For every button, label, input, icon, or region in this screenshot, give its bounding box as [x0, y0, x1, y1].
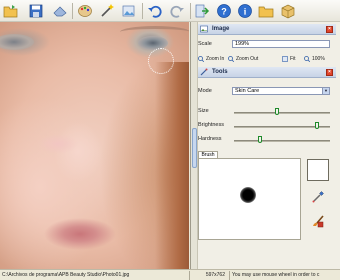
tools-section-title: Tools [212, 69, 228, 75]
brush-cursor [148, 48, 174, 74]
info-icon[interactable]: i [236, 2, 254, 20]
image-section-title: Image [212, 26, 230, 32]
panel-scrollbar[interactable] [191, 22, 198, 269]
undo-icon[interactable] [146, 2, 164, 20]
brightness-slider-thumb[interactable] [314, 122, 319, 129]
eraser-icon[interactable] [51, 2, 69, 20]
mode-select[interactable]: Skin Care ▼ [232, 87, 330, 95]
paint-brush-icon[interactable] [311, 214, 325, 228]
brush-shape [240, 187, 256, 203]
zoom-in-button[interactable]: Zoom In [198, 56, 225, 63]
package-icon[interactable] [279, 2, 297, 20]
svg-text:?: ? [221, 7, 227, 17]
mode-label: Mode [198, 88, 212, 94]
hardness-slider-track[interactable] [234, 140, 330, 142]
brush-color-swatch[interactable] [307, 159, 329, 181]
chevron-down-icon[interactable]: ▼ [322, 88, 329, 94]
folder-icon[interactable] [257, 2, 275, 20]
actual-size-icon [304, 56, 311, 63]
tools-section-header[interactable]: Tools × [198, 67, 336, 78]
photo-canvas[interactable] [0, 22, 189, 269]
fit-icon [282, 56, 288, 62]
zoom-out-label: Zoom Out [236, 56, 259, 62]
photo-eye-left [0, 34, 34, 50]
main-toolbar: ? i [0, 0, 340, 22]
save-icon[interactable] [27, 2, 45, 20]
fit-label: Fit [290, 56, 296, 62]
palette-icon[interactable] [76, 2, 94, 20]
zoom-out-button[interactable]: Zoom Out [228, 56, 259, 63]
eyedropper-icon[interactable] [311, 189, 325, 203]
brightness-label: Brightness [198, 122, 224, 128]
status-hint: You may use mouse wheel in order to c [232, 272, 320, 278]
hardness-slider-thumb[interactable] [257, 136, 262, 143]
image-section-icon [200, 25, 208, 33]
status-bar: C:\Archivos de programa\APB Beauty Studi… [0, 269, 340, 280]
toolbar-separator [190, 3, 191, 19]
scrollbar-thumb[interactable] [192, 128, 197, 168]
zoom-in-label: Zoom In [206, 56, 225, 62]
actual-size-button[interactable]: 100% [304, 56, 325, 63]
scale-field[interactable]: 199% [232, 40, 330, 48]
exit-icon[interactable] [193, 2, 211, 20]
tools-section-close-button[interactable]: × [326, 69, 333, 76]
help-icon[interactable]: ? [215, 2, 233, 20]
toolbar-separator [142, 3, 143, 19]
photo-hair [155, 62, 189, 269]
size-slider-track[interactable] [234, 112, 330, 114]
hardness-label: Hardness [198, 136, 222, 142]
brush-preview [198, 158, 301, 240]
tools-section-icon [200, 68, 208, 76]
toolbar-separator [72, 3, 73, 19]
size-label: Size [198, 108, 209, 114]
scale-label: Scale [198, 41, 212, 47]
mode-value: Skin Care [235, 88, 260, 94]
status-image-size: 597x762 [205, 272, 225, 278]
image-section-close-button[interactable]: × [326, 26, 333, 33]
zoom-in-icon [198, 56, 205, 63]
fit-button[interactable]: Fit [282, 56, 296, 62]
open-folder-icon[interactable] [2, 2, 20, 20]
actual-size-label: 100% [312, 56, 325, 62]
scale-value: 199% [235, 41, 250, 47]
status-file-path: C:\Archivos de programa\APB Beauty Studi… [2, 272, 130, 278]
image-section-header[interactable]: Image × [198, 24, 336, 35]
redo-icon[interactable] [168, 2, 186, 20]
magic-wand-icon[interactable] [98, 2, 116, 20]
zoom-out-icon [228, 56, 235, 63]
photo-export-icon[interactable] [120, 2, 138, 20]
